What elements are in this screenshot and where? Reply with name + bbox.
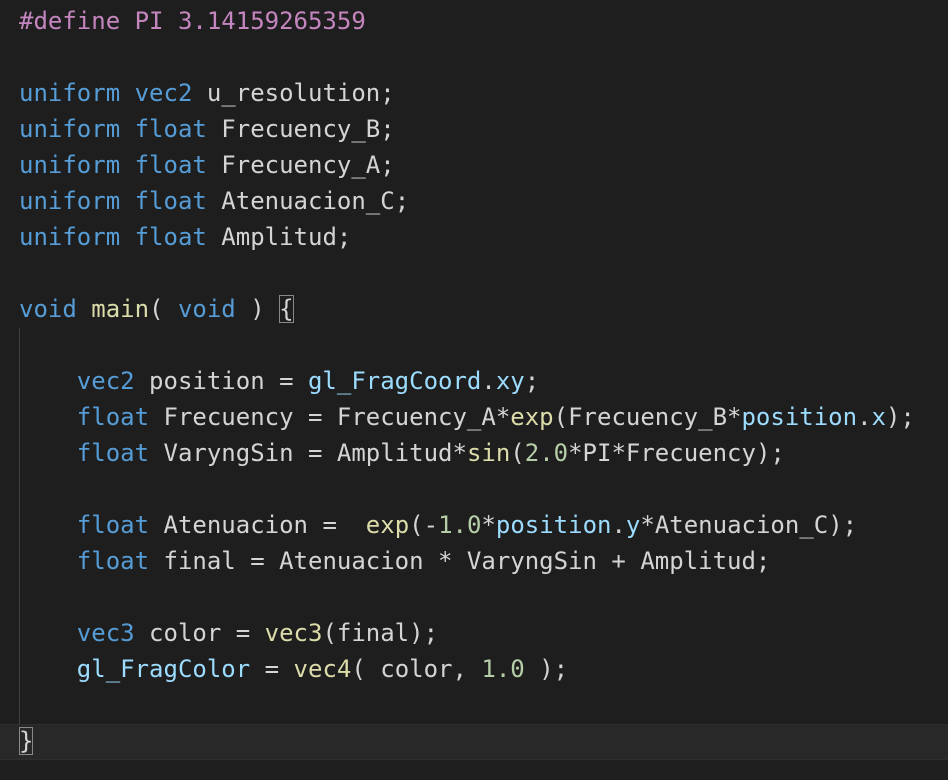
code-line[interactable]: gl_FragColor = vec4( color, 1.0 ); — [19, 651, 568, 687]
code-token: (Frecuency_B* — [553, 403, 742, 431]
code-line[interactable]: #define PI 3.14159265359 — [19, 3, 366, 39]
code-token: position = — [134, 367, 308, 395]
code-line[interactable]: float Frecuency = Frecuency_A*exp(Frecue… — [19, 399, 915, 435]
code-token: ( — [510, 439, 525, 467]
code-token: uniform — [19, 223, 121, 251]
code-line[interactable]: float VaryngSin = Amplitud*sin(2.0*PI*Fr… — [19, 435, 785, 471]
code-token: main — [91, 295, 150, 323]
code-token: final = Atenuacion * VaryngSin + Amplitu… — [149, 547, 771, 575]
code-token: Amplitud; — [206, 223, 352, 251]
code-token: 2.0 — [524, 439, 569, 467]
code-token: float — [134, 115, 207, 143]
code-token: uniform — [19, 115, 121, 143]
code-token: ( — [149, 295, 178, 323]
code-token: position — [495, 511, 612, 539]
code-token: position — [741, 403, 858, 431]
code-token: float — [134, 151, 207, 179]
code-line[interactable]: void main( void ) { — [19, 291, 294, 327]
code-token: float — [76, 511, 150, 539]
code-line[interactable]: uniform float Frecuency_A; — [19, 147, 395, 183]
code-token: (final); — [322, 619, 439, 647]
code-line[interactable]: vec2 position = gl_FragCoord.xy; — [19, 363, 539, 399]
code-token: Frecuency_B; — [206, 115, 395, 143]
code-token: y — [625, 511, 641, 539]
code-token: x — [871, 403, 886, 431]
code-line[interactable]: uniform float Amplitud; — [19, 219, 351, 255]
code-line[interactable]: uniform float Atenuacion_C; — [19, 183, 409, 219]
code-line[interactable]: float final = Atenuacion * VaryngSin + A… — [19, 543, 771, 579]
code-line[interactable]: } — [19, 723, 34, 759]
code-token: * — [481, 511, 496, 539]
code-token: gl_FragCoord — [307, 367, 482, 395]
code-token: Atenuacion_C; — [206, 187, 410, 215]
code-token: vec3 — [76, 619, 135, 647]
code-token: = — [250, 655, 294, 683]
bracket-match: { — [279, 295, 294, 323]
code-token: . — [481, 367, 496, 395]
code-token: Frecuency = Frecuency_A* — [149, 403, 511, 431]
code-token: gl_FragColor — [76, 655, 251, 683]
code-token: vec2 — [76, 367, 135, 395]
code-token: exp — [365, 511, 410, 539]
code-token: float — [76, 439, 150, 467]
code-token: sin — [466, 439, 511, 467]
code-token: . — [857, 403, 872, 431]
code-token: void — [19, 295, 77, 323]
code-token: vec2 — [134, 79, 193, 107]
code-token: vec4 — [293, 655, 352, 683]
code-token: void — [177, 295, 236, 323]
code-token: Atenuacion = — [149, 511, 366, 539]
code-line[interactable]: uniform vec2 u_resolution; — [19, 75, 395, 111]
code-token: float — [76, 403, 150, 431]
code-token: VaryngSin = Amplitud* — [149, 439, 467, 467]
code-token: u_resolution; — [192, 79, 395, 107]
code-token: xy — [495, 367, 525, 395]
code-token: *PI*Frecuency); — [568, 439, 785, 467]
code-token: (- — [409, 511, 439, 539]
code-token: ); — [885, 403, 915, 431]
code-token: #define PI 3.14159265359 — [19, 7, 366, 35]
code-line[interactable]: vec3 color = vec3(final); — [19, 615, 438, 651]
code-token: ); — [524, 655, 569, 683]
code-token: exp — [510, 403, 554, 431]
code-token: uniform — [19, 187, 121, 215]
bracket-match: } — [19, 727, 34, 755]
code-token: 1.0 — [481, 655, 525, 683]
code-token: float — [76, 547, 150, 575]
code-token: ( color, — [351, 655, 482, 683]
code-token: float — [134, 223, 207, 251]
current-line-highlight — [0, 724, 948, 760]
code-editor[interactable]: #define PI 3.14159265359 uniform vec2 u_r… — [0, 0, 948, 780]
code-token: ) — [235, 295, 280, 323]
code-token: vec3 — [264, 619, 323, 647]
code-token: uniform — [19, 151, 121, 179]
code-line[interactable]: uniform float Frecuency_B; — [19, 111, 395, 147]
code-token: uniform — [19, 79, 121, 107]
code-token: float — [134, 187, 207, 215]
code-token: *Atenuacion_C); — [640, 511, 858, 539]
code-token: ; — [524, 367, 540, 395]
code-token: color = — [134, 619, 265, 647]
code-token: Frecuency_A; — [206, 151, 395, 179]
code-token: 1.0 — [438, 511, 482, 539]
code-line[interactable]: float Atenuacion = exp(-1.0*position.y*A… — [19, 507, 857, 543]
code-token: . — [611, 511, 626, 539]
